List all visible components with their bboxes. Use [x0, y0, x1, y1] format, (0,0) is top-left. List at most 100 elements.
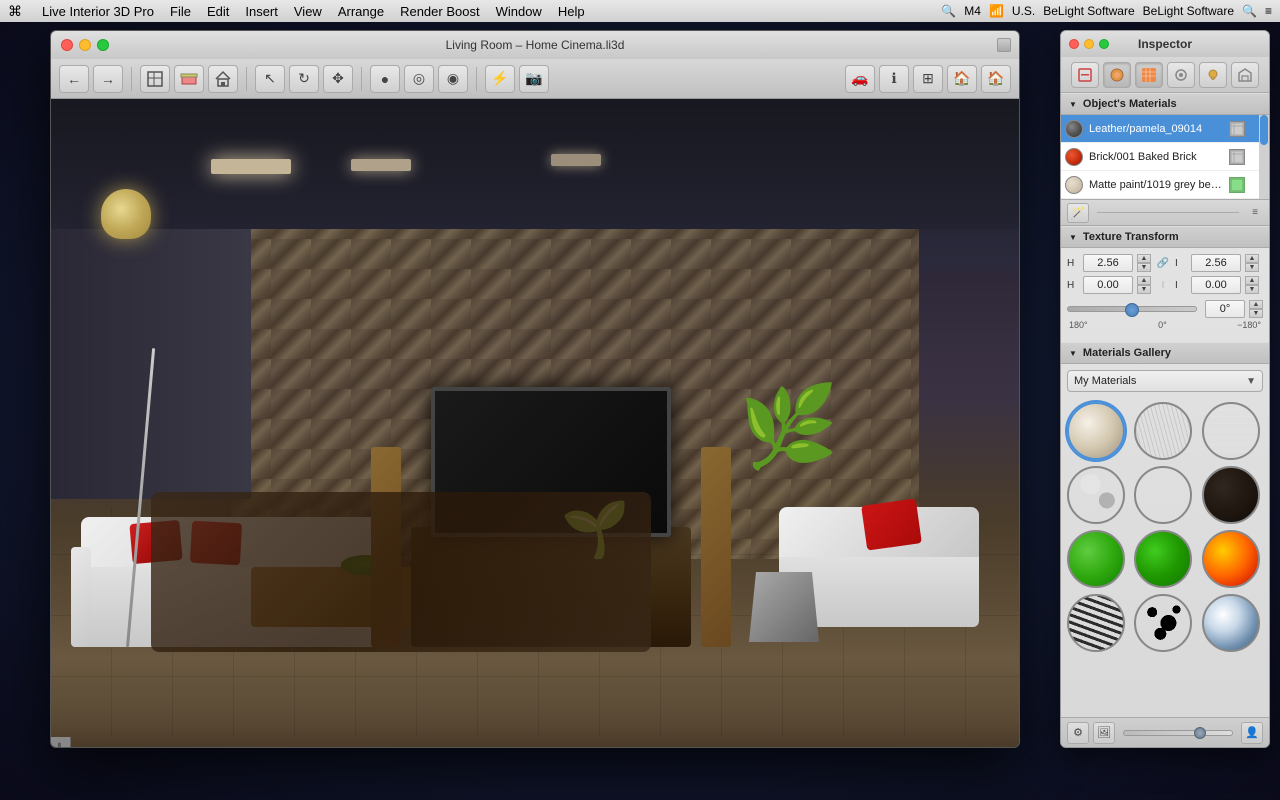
v1-down[interactable]: ▼ — [1245, 263, 1259, 272]
gallery-item-2[interactable] — [1202, 402, 1260, 460]
inspector-min[interactable] — [1084, 39, 1094, 49]
menu-insert[interactable]: Insert — [245, 4, 278, 19]
gallery-item-11[interactable] — [1202, 594, 1260, 652]
h2-input[interactable]: 0.00 — [1083, 276, 1133, 294]
link-icon[interactable]: 🔗 — [1155, 255, 1171, 271]
menu-help[interactable]: Help — [558, 4, 585, 19]
gallery-item-10[interactable] — [1134, 594, 1192, 652]
rotation-slider-thumb[interactable] — [1125, 303, 1139, 317]
v2-stepper[interactable]: ▲ ▼ — [1245, 276, 1259, 294]
gallery-item-4[interactable] — [1134, 466, 1192, 524]
render-btn2[interactable]: ◎ — [404, 65, 434, 93]
menu-extra-icon[interactable]: ≡ — [1265, 4, 1272, 18]
house-btn[interactable]: 🏠 — [947, 65, 977, 93]
home-btn[interactable] — [208, 65, 238, 93]
h2-down[interactable]: ▼ — [1137, 285, 1151, 294]
inspector-slider-thumb[interactable] — [1194, 727, 1206, 739]
menu-arrange[interactable]: Arrange — [338, 4, 384, 19]
rotation-input[interactable]: 0° — [1205, 300, 1245, 318]
v2-down[interactable]: ▼ — [1245, 285, 1259, 294]
select-tool[interactable]: ↖ — [255, 65, 285, 93]
h1-up[interactable]: ▲ — [1137, 254, 1151, 263]
menu-edit[interactable]: Edit — [207, 4, 229, 19]
gallery-item-6[interactable] — [1067, 530, 1125, 588]
home2-btn[interactable]: 🏠 — [981, 65, 1011, 93]
material-item-2[interactable]: Matte paint/1019 grey beige — [1061, 171, 1269, 199]
v1-input[interactable]: 2.56 — [1191, 254, 1241, 272]
forward-btn[interactable]: → — [93, 65, 123, 93]
v2-input[interactable]: 0.00 — [1191, 276, 1241, 294]
material-swatch-2 — [1065, 176, 1083, 194]
v1-up[interactable]: ▲ — [1245, 254, 1259, 263]
inspector-person-btn[interactable]: 👤 — [1241, 722, 1263, 744]
tab-texture[interactable] — [1135, 62, 1163, 88]
materials-btn[interactable]: ⚡ — [485, 65, 515, 93]
inspector-close[interactable] — [1069, 39, 1079, 49]
tab-material[interactable] — [1103, 62, 1131, 88]
inspector-max[interactable] — [1099, 39, 1109, 49]
floorplan-btn[interactable] — [140, 65, 170, 93]
tab-settings[interactable] — [1167, 62, 1195, 88]
rotation-up[interactable]: ▲ — [1249, 300, 1263, 309]
traffic-lights — [61, 39, 109, 51]
h1-input[interactable]: 2.56 — [1083, 254, 1133, 272]
h2-up[interactable]: ▲ — [1137, 276, 1151, 285]
rotation-slider-track[interactable] — [1067, 306, 1197, 312]
menu-file[interactable]: File — [170, 4, 191, 19]
gallery-item-0[interactable] — [1067, 402, 1125, 460]
info-btn[interactable]: ℹ — [879, 65, 909, 93]
materials-scrollthumb[interactable] — [1260, 115, 1268, 145]
wand-menu-icon[interactable]: ≡ — [1247, 205, 1263, 221]
tab-object[interactable] — [1071, 62, 1099, 88]
menu-view[interactable]: View — [294, 4, 322, 19]
inspector-settings-btn[interactable]: ⚙ — [1067, 722, 1089, 744]
wand-button[interactable]: 🪄 — [1067, 203, 1089, 223]
h2-stepper[interactable]: ▲ ▼ — [1137, 276, 1151, 294]
menu-render[interactable]: Render Boost — [400, 4, 480, 19]
menu-window[interactable]: Window — [496, 4, 542, 19]
gallery-item-5[interactable] — [1202, 466, 1260, 524]
v1-stepper[interactable]: ▲ ▼ — [1245, 254, 1259, 272]
render-btn1[interactable]: ● — [370, 65, 400, 93]
render-btn3[interactable]: ◉ — [438, 65, 468, 93]
material-item-1[interactable]: Brick/001 Baked Brick — [1061, 143, 1269, 171]
h1-down[interactable]: ▼ — [1137, 263, 1151, 272]
scroll-handle[interactable]: ▐ — [51, 737, 71, 747]
materials-gallery-header: ▼ Materials Gallery — [1061, 342, 1269, 364]
gallery-item-7[interactable] — [1134, 530, 1192, 588]
minimize-button[interactable] — [79, 39, 91, 51]
inspector-tabs — [1061, 57, 1269, 93]
objects-materials-header: ▼ Object's Materials — [1061, 93, 1269, 115]
gallery-item-1[interactable] — [1134, 402, 1192, 460]
gallery-item-9[interactable] — [1067, 594, 1125, 652]
gallery-dropdown[interactable]: My Materials ▼ — [1067, 370, 1263, 392]
window-resize[interactable] — [997, 38, 1011, 52]
inspector-slider[interactable] — [1123, 730, 1233, 736]
gallery-item-3[interactable] — [1067, 466, 1125, 524]
rotation-stepper[interactable]: ▲ ▼ — [1249, 300, 1263, 318]
light-strip1 — [211, 159, 291, 174]
window-titlebar: Living Room – Home Cinema.li3d — [51, 31, 1019, 59]
tab-structure[interactable] — [1231, 62, 1259, 88]
v2-up[interactable]: ▲ — [1245, 276, 1259, 285]
h1-stepper[interactable]: ▲ ▼ — [1137, 254, 1151, 272]
rotate-tool[interactable]: ↻ — [289, 65, 319, 93]
close-button[interactable] — [61, 39, 73, 51]
tab-light[interactable] — [1199, 62, 1227, 88]
inspector-image-btn[interactable]: 🖼 — [1093, 722, 1115, 744]
maximize-button[interactable] — [97, 39, 109, 51]
spotlight-icon[interactable]: 🔍 — [1242, 4, 1257, 18]
furniture-btn[interactable] — [174, 65, 204, 93]
gallery-item-8[interactable] — [1202, 530, 1260, 588]
material-item-0[interactable]: Leather/pamela_09014 — [1061, 115, 1269, 143]
materials-scrollbar[interactable] — [1259, 115, 1269, 199]
move-tool[interactable]: ✥ — [323, 65, 353, 93]
camera-btn[interactable]: 📷 — [519, 65, 549, 93]
apple-menu[interactable]: ⌘ — [8, 3, 22, 20]
rotation-down[interactable]: ▼ — [1249, 309, 1263, 318]
car-btn[interactable]: 🚗 — [845, 65, 875, 93]
back-btn[interactable]: ← — [59, 65, 89, 93]
grid-btn[interactable]: ⊞ — [913, 65, 943, 93]
texture-row-2: H 0.00 ▲ ▼ I I 0.00 ▲ ▼ — [1067, 276, 1263, 294]
menu-app[interactable]: Live Interior 3D Pro — [42, 4, 154, 19]
